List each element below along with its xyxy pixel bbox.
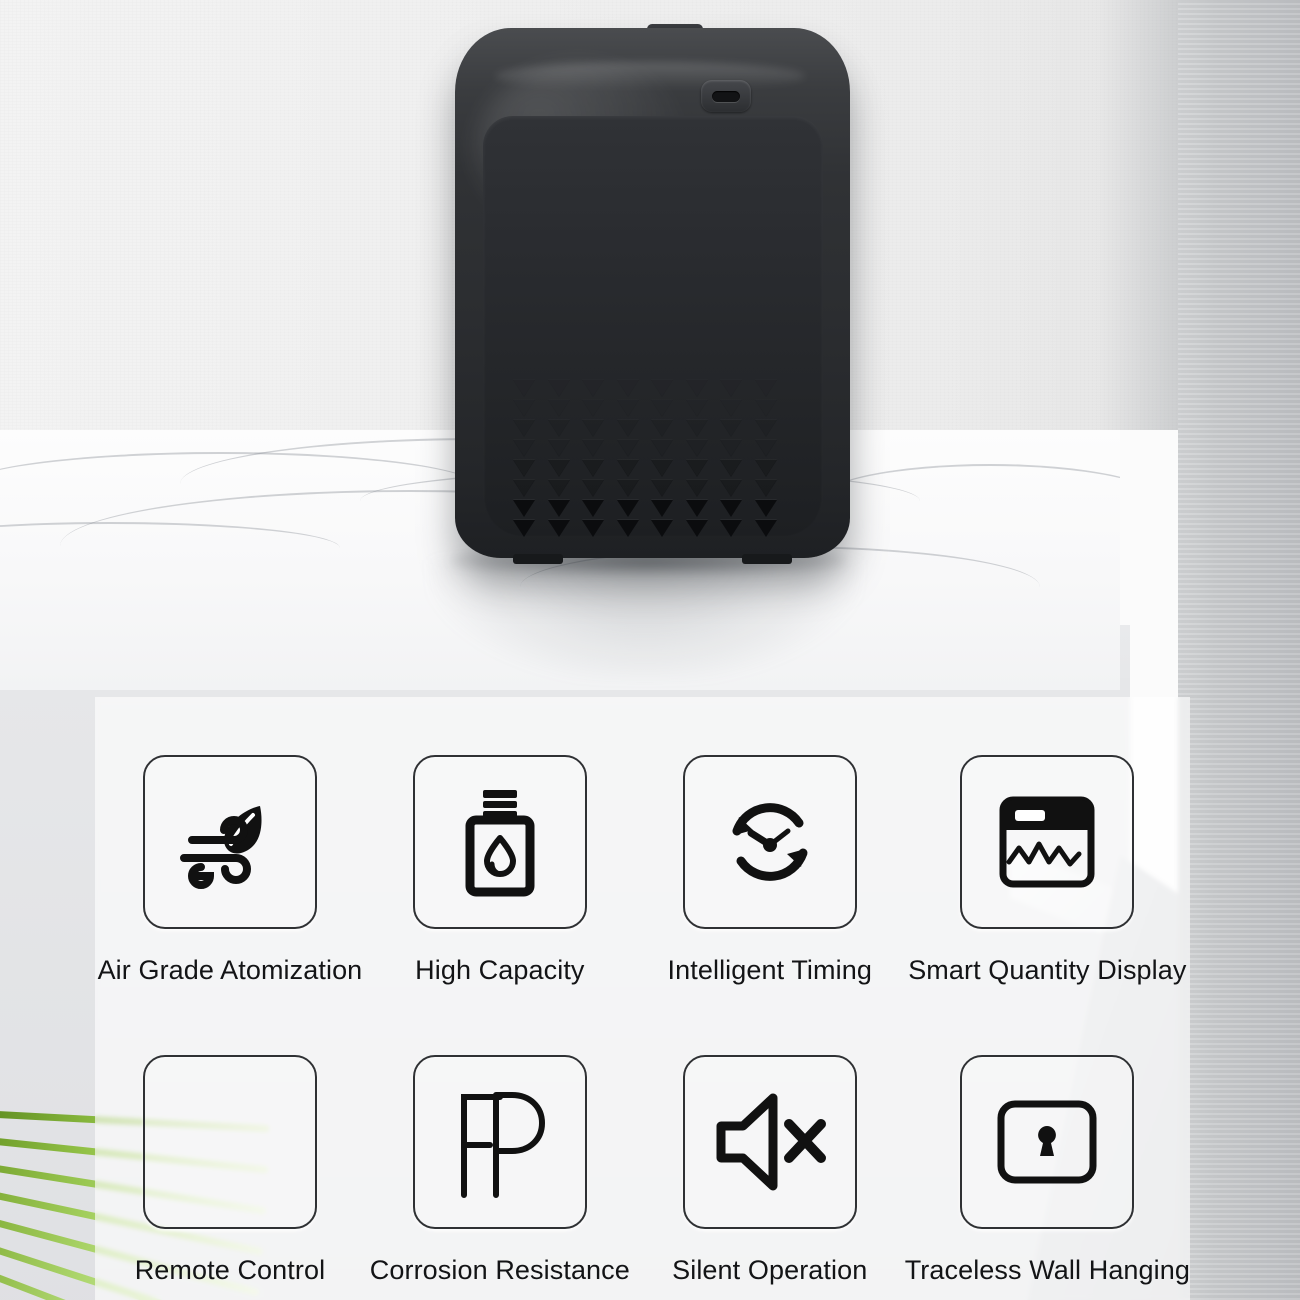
feature-label: Intelligent Timing bbox=[667, 955, 872, 985]
grille-row bbox=[513, 440, 777, 460]
grille-row bbox=[513, 480, 777, 500]
grille-row bbox=[513, 380, 777, 400]
feature-label: Remote Control bbox=[134, 1254, 326, 1285]
marble-vein bbox=[820, 464, 1120, 534]
device-reflection bbox=[430, 560, 860, 680]
feature-remote-control[interactable]: Remote Control bbox=[95, 999, 365, 1300]
device-foot bbox=[742, 554, 792, 564]
feature-intelligent-timing[interactable]: Intelligent Timing bbox=[635, 697, 905, 999]
empty-icon bbox=[142, 1054, 317, 1229]
fp-monogram-icon bbox=[412, 1054, 587, 1229]
feature-grid: Air Grade Atomization High Capacity Inte… bbox=[95, 697, 1190, 1300]
feature-label: Air Grade Atomization bbox=[97, 955, 363, 985]
grille-row bbox=[513, 460, 777, 480]
grille-row bbox=[513, 520, 777, 540]
feature-label: High Capacity bbox=[415, 955, 585, 985]
feature-traceless-wall-hanging[interactable]: Traceless Wall Hanging bbox=[905, 999, 1190, 1300]
feature-label: Corrosion Resistance bbox=[369, 1254, 630, 1285]
feature-high-capacity[interactable]: High Capacity bbox=[365, 697, 635, 999]
sensor-port bbox=[701, 80, 751, 112]
aroma-diffuser-device bbox=[455, 24, 850, 564]
product-feature-image: Air Grade Atomization High Capacity Inte… bbox=[0, 0, 1300, 1300]
device-foot bbox=[513, 554, 563, 564]
panel-streak-texture bbox=[1178, 0, 1300, 1300]
feature-label: Traceless Wall Hanging bbox=[904, 1254, 1190, 1285]
feature-air-grade-atomization[interactable]: Air Grade Atomization bbox=[95, 697, 365, 999]
feature-corrosion-resistance[interactable]: Corrosion Resistance bbox=[365, 999, 635, 1300]
feature-smart-quantity-display[interactable]: Smart Quantity Display bbox=[905, 697, 1190, 999]
speaker-mute-icon bbox=[682, 1054, 857, 1229]
feature-panel: Air Grade Atomization High Capacity Inte… bbox=[95, 697, 1190, 1300]
level-display-icon bbox=[960, 755, 1135, 929]
bottle-droplet-icon bbox=[412, 755, 587, 929]
marble-vein bbox=[0, 522, 340, 572]
grille-row bbox=[513, 500, 777, 520]
feature-label: Smart Quantity Display bbox=[908, 955, 1187, 985]
feature-silent-operation[interactable]: Silent Operation bbox=[635, 999, 905, 1300]
triangular-vent-grille bbox=[513, 380, 777, 550]
diffuser-body bbox=[455, 28, 850, 564]
clock-refresh-icon bbox=[682, 755, 857, 929]
keyhole-plate-icon bbox=[960, 1054, 1135, 1229]
right-wall-panel bbox=[1178, 0, 1300, 1300]
wind-leaf-icon bbox=[142, 755, 317, 929]
grille-row bbox=[513, 400, 777, 420]
feature-label: Silent Operation bbox=[672, 1254, 868, 1285]
grille-row bbox=[513, 420, 777, 440]
